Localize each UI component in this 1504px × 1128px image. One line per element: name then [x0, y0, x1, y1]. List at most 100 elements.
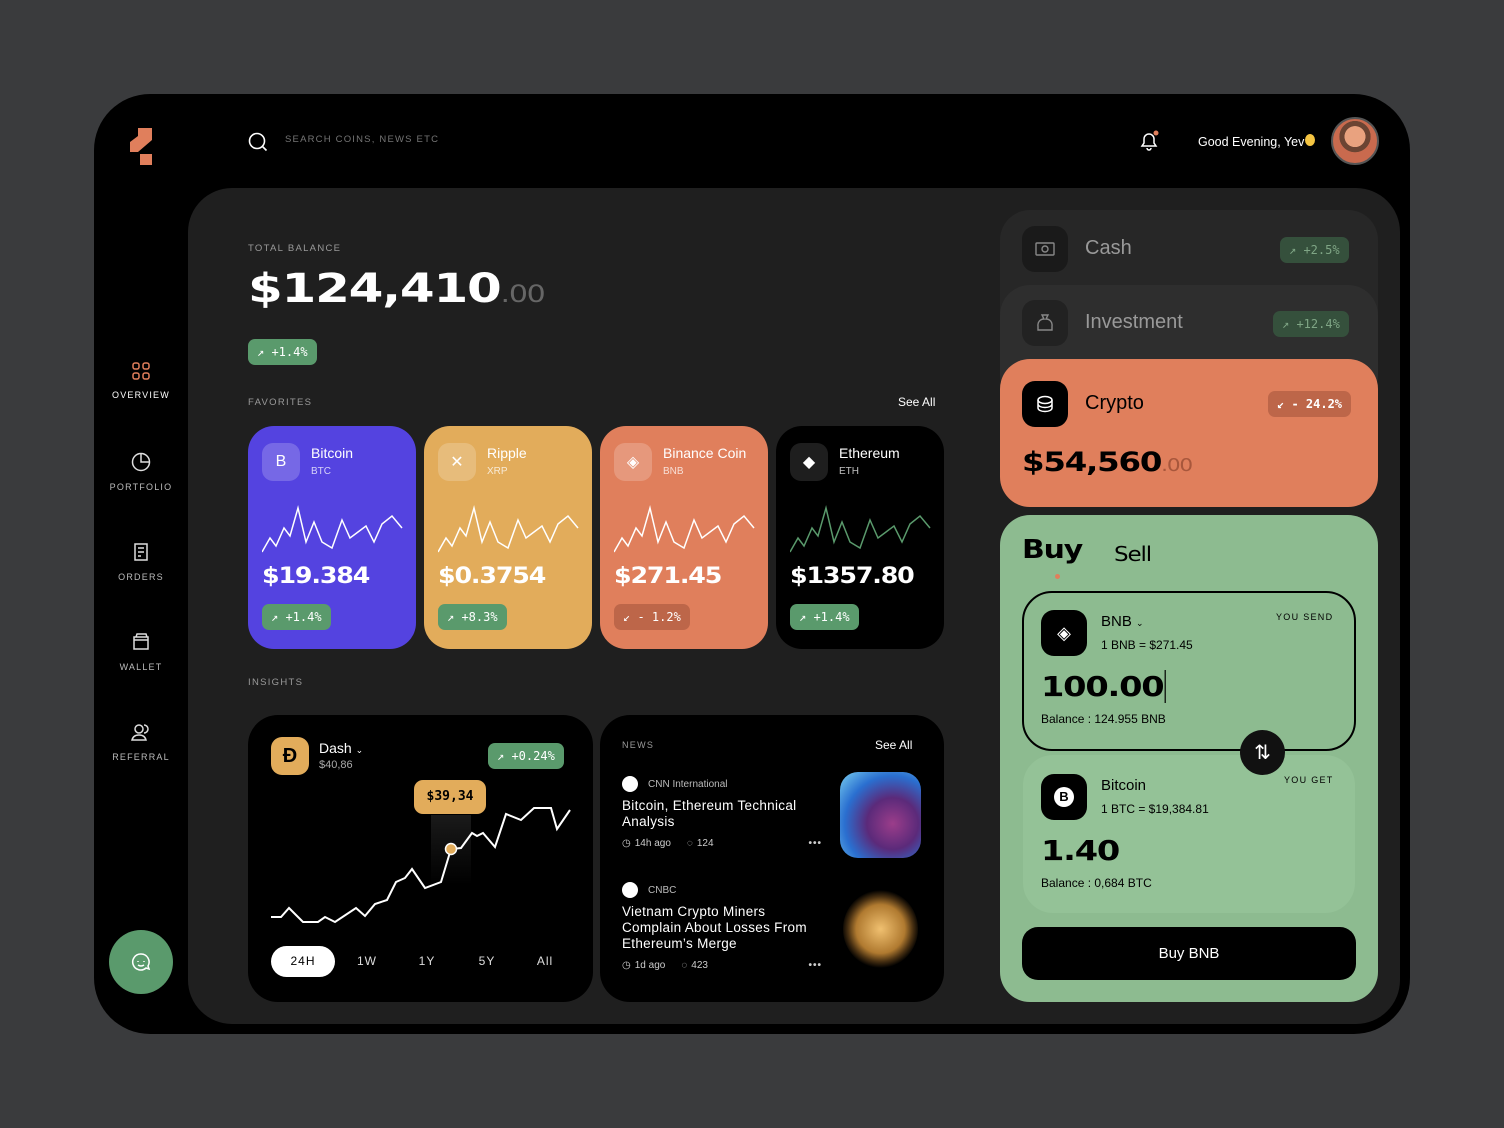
- sparkline: [790, 505, 931, 553]
- news-label: NEWS: [622, 740, 655, 750]
- pie-chart-icon: [131, 452, 151, 472]
- change-value: +1.4%: [271, 345, 308, 359]
- active-tab-indicator: [1055, 574, 1060, 579]
- sidebar-item-orders[interactable]: ORDERS: [104, 542, 178, 582]
- range-tab-1y[interactable]: 1Y: [403, 946, 451, 977]
- coin-symbol: BTC: [311, 466, 331, 477]
- favorite-card-bnb[interactable]: ◈ Binance Coin BNB $271.45 ↙ - 1.2%: [600, 426, 768, 649]
- range-tab-1w[interactable]: 1W: [343, 946, 391, 977]
- coin-change-badge: ↗ +8.3%: [438, 604, 507, 630]
- coin-icon: ✕: [438, 443, 476, 481]
- account-change-badge: ↙ - 24.2%: [1268, 391, 1352, 417]
- crypto-value: $54,560.00: [1022, 447, 1193, 478]
- buy-button[interactable]: Buy BNB: [1022, 927, 1356, 980]
- coin-name: Ripple: [487, 445, 527, 461]
- comment-icon: ◌: [681, 960, 688, 971]
- favorite-card-xrp[interactable]: ✕ Ripple XRP $0.3754 ↗ +8.3%: [424, 426, 592, 649]
- bnb-icon: ◈: [1041, 610, 1087, 656]
- balance-cents: .00: [500, 280, 546, 308]
- insights-label: INSIGHTS: [248, 677, 304, 688]
- coin-change-badge: ↙ - 1.2%: [614, 604, 690, 630]
- news-source: CNN International: [648, 778, 728, 790]
- sidebar-item-portfolio[interactable]: PORTFOLIO: [104, 452, 178, 492]
- total-balance-label: TOTAL BALANCE: [248, 243, 342, 254]
- change-value: +12.4%: [1296, 317, 1340, 331]
- bitcoin-icon: B: [1041, 774, 1087, 820]
- send-coin-selector[interactable]: BNB ⌄: [1101, 613, 1144, 630]
- account-change-badge: ↗ +12.4%: [1273, 311, 1349, 337]
- coin-icon: B: [262, 443, 300, 481]
- range-tab-5y[interactable]: 5Y: [463, 946, 511, 977]
- sidebar-item-referral[interactable]: REFERRAL: [104, 722, 178, 762]
- change-value: +1.4%: [285, 610, 322, 624]
- crypto-amount: $54,560: [1022, 447, 1162, 478]
- range-tab-24h[interactable]: 24H: [271, 946, 335, 977]
- news-see-all-link[interactable]: See All: [875, 738, 912, 752]
- sidebar-label: OVERVIEW: [112, 390, 170, 400]
- get-label: YOU GET: [1284, 775, 1334, 785]
- get-rate: 1 BTC = $19,384.81: [1101, 802, 1209, 816]
- bell-icon[interactable]: [1138, 130, 1160, 152]
- coin-price: $0.3754: [438, 564, 546, 589]
- more-options-icon[interactable]: •••: [808, 960, 822, 971]
- receipt-icon: [134, 543, 148, 561]
- news-title: Vietnam Crypto Miners Complain About Los…: [622, 904, 807, 951]
- price-line: [271, 807, 571, 924]
- news-item[interactable]: CNBC Vietnam Crypto Miners Complain Abou…: [622, 882, 822, 971]
- wallet-icon: [133, 633, 149, 650]
- news-thumbnail[interactable]: [840, 772, 921, 858]
- get-amount: 1.40: [1041, 834, 1120, 867]
- coin-icon: ◆: [790, 443, 828, 481]
- total-balance-value: $124,410.00: [248, 266, 546, 312]
- send-label: YOU SEND: [1276, 612, 1334, 622]
- tab-buy[interactable]: Buy: [1022, 535, 1083, 565]
- source-logo-icon: [622, 882, 638, 898]
- sidebar-item-overview[interactable]: OVERVIEW: [104, 362, 178, 400]
- favorites-label: FAVORITES: [248, 397, 313, 408]
- chat-button[interactable]: [109, 930, 173, 994]
- get-coin-name[interactable]: Bitcoin: [1101, 777, 1146, 794]
- news-title: Bitcoin, Ethereum Technical Analysis: [622, 798, 797, 829]
- sidebar-item-wallet[interactable]: WALLET: [104, 632, 178, 672]
- search-icon[interactable]: [248, 132, 268, 152]
- change-value: - 24.2%: [1291, 397, 1343, 411]
- greeting: Good Evening, Yev: [1198, 135, 1305, 149]
- news-source: CNBC: [648, 884, 677, 896]
- tab-sell[interactable]: Sell: [1114, 542, 1152, 566]
- swap-button[interactable]: ⇅: [1240, 730, 1285, 775]
- balance-amount: $124,410: [248, 266, 502, 312]
- sidebar-label: WALLET: [119, 662, 163, 672]
- coin-symbol: ETH: [839, 466, 859, 477]
- coin-change-badge: ↗ +1.4%: [790, 604, 859, 630]
- coin-price: $19.384: [262, 564, 370, 589]
- coin-name: BNB: [1101, 613, 1132, 630]
- account-name: Crypto: [1085, 392, 1144, 414]
- sidebar-label: ORDERS: [118, 572, 164, 582]
- crypto-cents: .00: [1161, 455, 1193, 476]
- chevron-down-icon: ⌄: [1136, 618, 1144, 628]
- swap-arrows-icon: ⇅: [1254, 742, 1271, 764]
- account-change-badge: ↗ +2.5%: [1280, 237, 1349, 263]
- price-point[interactable]: [444, 842, 458, 856]
- favorites-see-all-link[interactable]: See All: [898, 395, 935, 409]
- favorite-card-btc[interactable]: B Bitcoin BTC $19.384 ↗ +1.4%: [248, 426, 416, 649]
- coin-icon: ◈: [614, 443, 652, 481]
- coin-price: $1357.80: [790, 564, 915, 589]
- news-time: 14h ago: [634, 838, 671, 849]
- sidebar-label: REFERRAL: [112, 752, 170, 762]
- coin-change-badge: ↗ +1.4%: [262, 604, 331, 630]
- news-item[interactable]: CNN International Bitcoin, Ethereum Tech…: [622, 776, 822, 849]
- sparkline: [438, 505, 579, 553]
- comment-icon: ◌: [686, 838, 693, 849]
- news-thumbnail[interactable]: [843, 890, 918, 968]
- money-bag-icon: [1022, 300, 1068, 346]
- range-tab-all[interactable]: All: [521, 946, 569, 977]
- send-amount-input[interactable]: 100.00: [1041, 670, 1166, 703]
- sidebar-label: PORTFOLIO: [109, 482, 173, 492]
- more-options-icon[interactable]: •••: [808, 838, 822, 849]
- users-icon: [131, 724, 149, 741]
- search-input[interactable]: [285, 134, 585, 145]
- favorite-card-eth[interactable]: ◆ Ethereum ETH $1357.80 ↗ +1.4%: [776, 426, 944, 649]
- avatar[interactable]: [1331, 117, 1379, 165]
- chat-icon: [131, 953, 151, 971]
